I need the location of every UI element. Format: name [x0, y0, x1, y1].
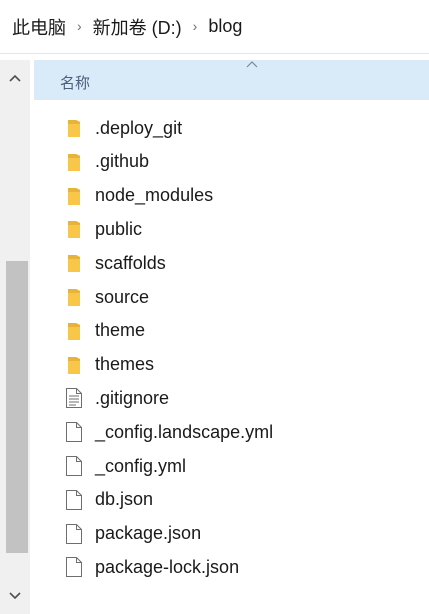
file-row[interactable]: _config.yml — [34, 449, 429, 483]
folder-row[interactable]: themes — [34, 348, 429, 382]
chevron-up-icon — [9, 74, 21, 82]
file-icon — [64, 522, 84, 546]
scroll-up-button[interactable] — [0, 66, 30, 90]
file-icon — [64, 555, 84, 579]
file-name: public — [95, 218, 143, 239]
file-row[interactable]: db.json — [34, 483, 429, 517]
folder-icon — [64, 251, 84, 275]
chevron-down-icon — [9, 592, 21, 600]
file-name: _config.landscape.yml — [95, 421, 274, 442]
file-name: _config.yml — [95, 455, 187, 476]
folder-icon — [64, 150, 84, 174]
file-row[interactable]: _config.landscape.yml — [34, 415, 429, 449]
file-name: package-lock.json — [95, 556, 240, 577]
file-name: themes — [95, 354, 155, 375]
file-row[interactable]: package-lock.json — [34, 550, 429, 584]
folder-row[interactable]: .github — [34, 145, 429, 179]
folder-row[interactable]: source — [34, 280, 429, 314]
file-name: .deploy_git — [95, 117, 183, 138]
file-row[interactable]: package.json — [34, 517, 429, 551]
folder-row[interactable]: .deploy_git — [34, 111, 429, 145]
file-name: .gitignore — [95, 387, 170, 408]
folder-icon — [64, 184, 84, 208]
file-icon — [64, 488, 84, 512]
file-name: package.json — [95, 523, 202, 544]
address-bar[interactable]: 此电脑 › 新加卷 (D:) › blog — [0, 0, 429, 54]
folder-row[interactable]: scaffolds — [34, 246, 429, 280]
vertical-scrollbar[interactable] — [0, 60, 30, 614]
folder-row[interactable]: node_modules — [34, 179, 429, 213]
file-name: theme — [95, 320, 146, 341]
breadcrumb-drive-d[interactable]: 新加卷 (D:) — [93, 14, 182, 40]
folder-icon — [64, 353, 84, 377]
file-icon — [64, 454, 84, 478]
chevron-right-icon[interactable]: › — [77, 19, 82, 33]
file-icon — [64, 420, 84, 444]
file-name: .github — [95, 151, 150, 172]
folder-row[interactable]: theme — [34, 314, 429, 348]
file-name: db.json — [95, 489, 154, 510]
folder-icon — [64, 217, 84, 241]
breadcrumb-this-pc[interactable]: 此电脑 — [12, 14, 66, 40]
folder-row[interactable]: public — [34, 212, 429, 246]
folder-icon — [64, 116, 84, 140]
folder-icon — [64, 285, 84, 309]
scroll-down-button[interactable] — [0, 584, 30, 608]
file-name: scaffolds — [95, 252, 166, 273]
chevron-right-icon[interactable]: › — [193, 19, 198, 33]
file-row[interactable]: .gitignore — [34, 381, 429, 415]
file-name: node_modules — [95, 185, 214, 206]
sort-ascending-icon — [246, 61, 258, 68]
column-header-name[interactable]: 名称 — [34, 60, 429, 100]
column-name-label: 名称 — [60, 75, 91, 92]
breadcrumb-blog[interactable]: blog — [208, 16, 242, 37]
folder-icon — [64, 319, 84, 343]
text-file-icon — [64, 386, 84, 410]
file-name: source — [95, 286, 150, 307]
scroll-thumb[interactable] — [6, 261, 28, 553]
